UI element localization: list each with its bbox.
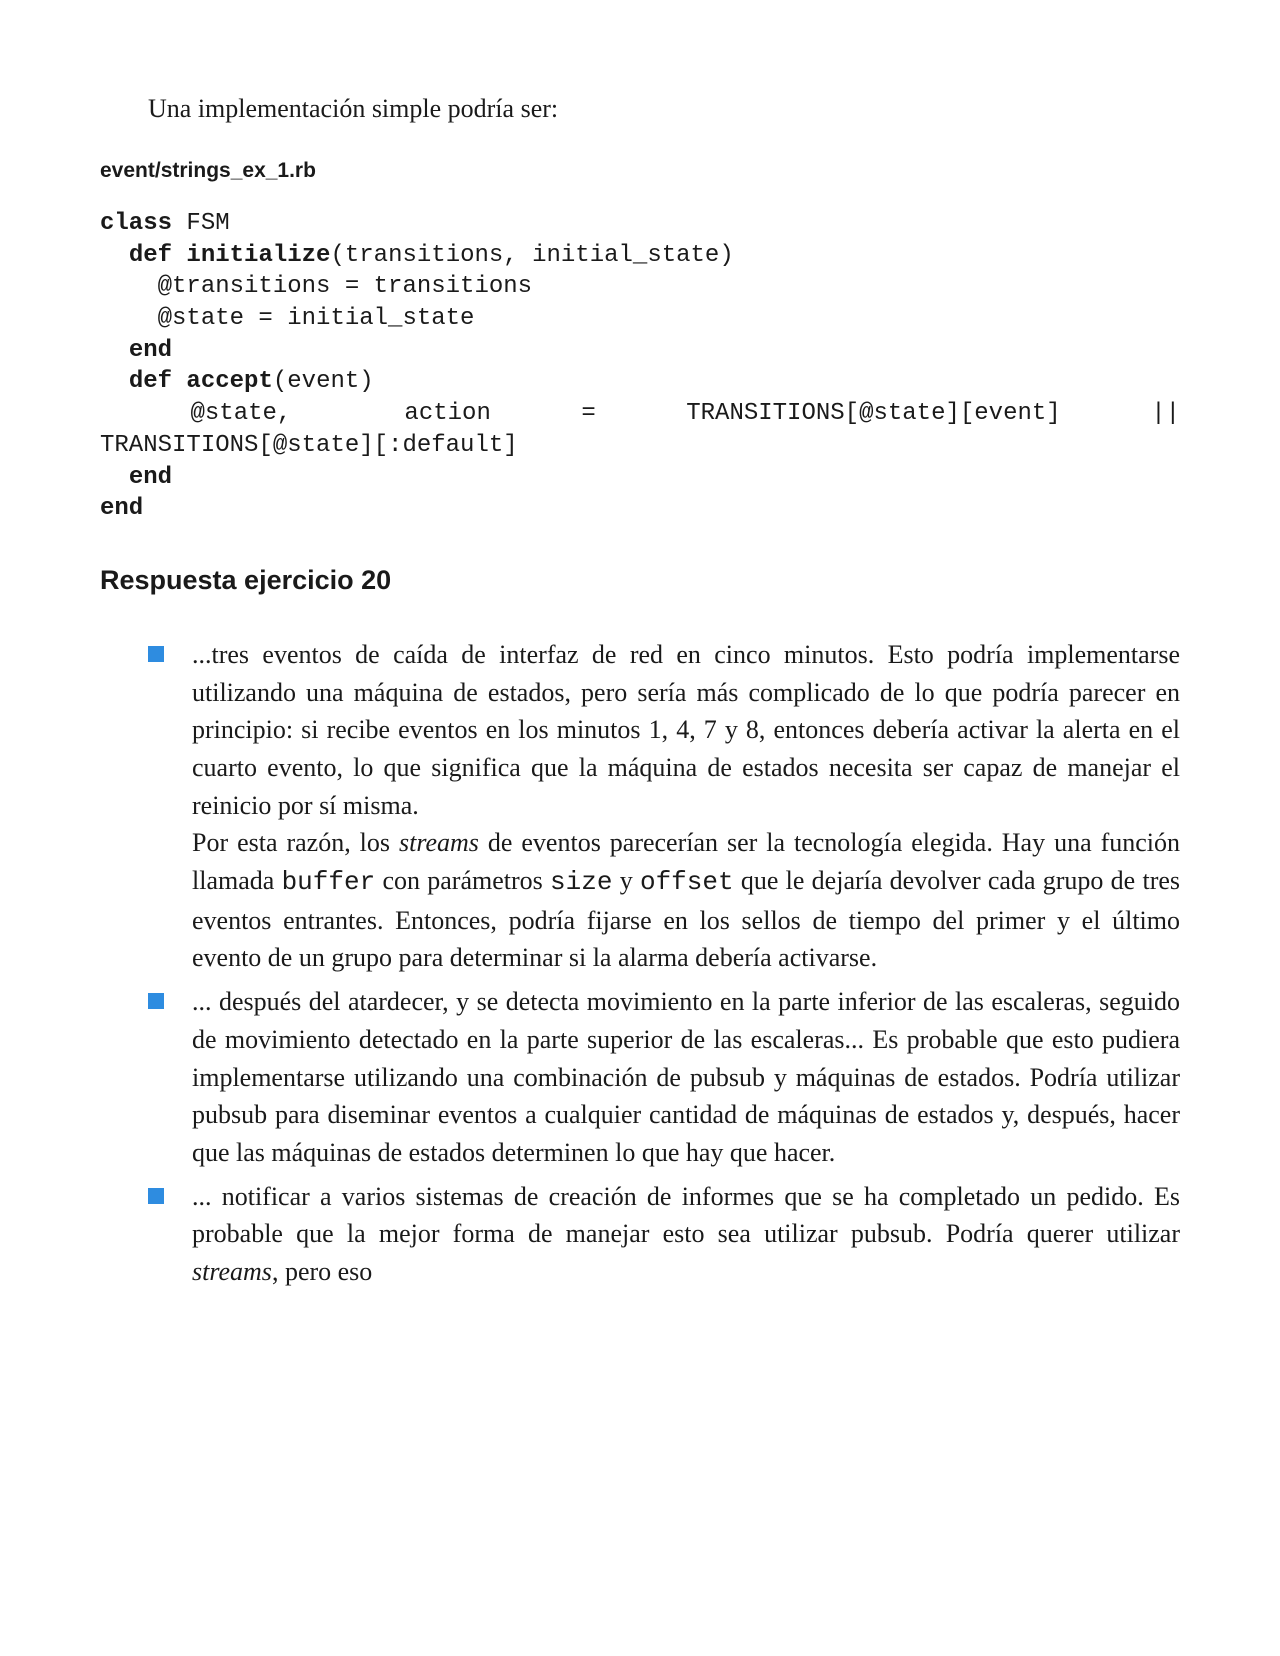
code-line: @state = initial_state xyxy=(100,305,474,332)
inline-code: size xyxy=(550,867,612,897)
section-heading: Respuesta ejercicio 20 xyxy=(100,561,1180,600)
bullet-text: Por esta razón, los xyxy=(192,828,399,857)
keyword-end: end xyxy=(129,337,172,364)
code-line: @transitions = transitions xyxy=(100,273,532,300)
keyword-class: class xyxy=(100,210,172,237)
code-line: TRANSITIONS[@state][:default] xyxy=(100,432,518,459)
inline-code: buffer xyxy=(282,867,376,897)
italic-text: streams xyxy=(192,1257,272,1286)
code-line: @state, action = TRANSITIONS[@state][eve… xyxy=(100,398,1180,430)
list-item: ...tres eventos de caída de interfaz de … xyxy=(148,636,1180,977)
code-filename: event/strings_ex_1.rb xyxy=(100,156,1180,186)
code-block: class FSM def initialize(transitions, in… xyxy=(100,208,1180,525)
bullet-list: ...tres eventos de caída de interfaz de … xyxy=(100,636,1180,1291)
code-text: FSM xyxy=(172,210,230,237)
code-args: (event) xyxy=(273,368,374,395)
inline-code: offset xyxy=(640,867,734,897)
method-name: initialize xyxy=(172,242,330,269)
bullet-text: con parámetros xyxy=(375,866,550,895)
method-name: accept xyxy=(172,368,273,395)
bullet-text: ... notificar a varios sistemas de creac… xyxy=(192,1182,1180,1249)
list-item: ... después del atardecer, y se detecta … xyxy=(148,983,1180,1171)
bullet-text: ...tres eventos de caída de interfaz de … xyxy=(192,640,1180,820)
code-args: (transitions, initial_state) xyxy=(330,242,733,269)
keyword-end: end xyxy=(100,495,143,522)
intro-paragraph: Una implementación simple podría ser: xyxy=(100,90,1180,128)
keyword-def: def xyxy=(129,242,172,269)
bullet-text: ... después del atardecer, y se detecta … xyxy=(192,987,1180,1167)
bullet-text: , pero eso xyxy=(272,1257,372,1286)
page-container: Una implementación simple podría ser: ev… xyxy=(0,0,1280,1337)
keyword-end: end xyxy=(129,464,172,491)
bullet-text: y xyxy=(612,866,640,895)
italic-text: streams xyxy=(399,828,479,857)
keyword-def: def xyxy=(129,368,172,395)
list-item: ... notificar a varios sistemas de creac… xyxy=(148,1178,1180,1291)
